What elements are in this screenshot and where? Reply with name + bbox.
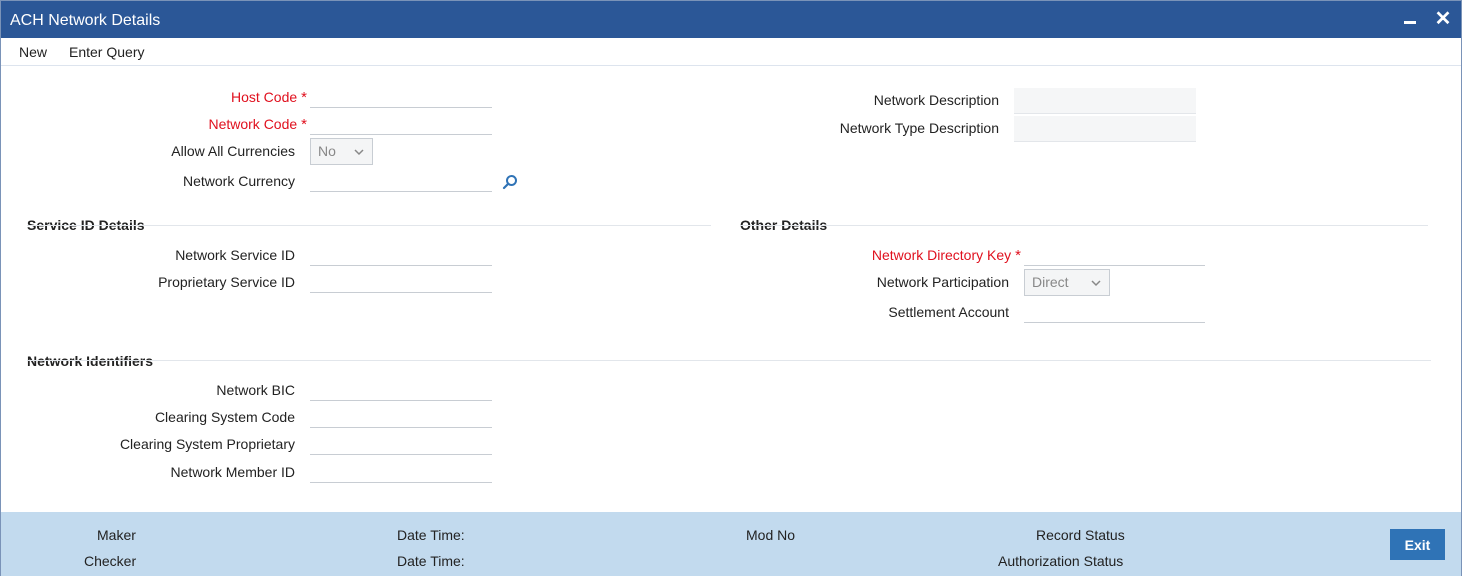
network-member-id-label: Network Member ID (170, 464, 295, 480)
network-participation-select[interactable]: Direct (1024, 269, 1110, 296)
window-title: ACH Network Details (10, 12, 161, 29)
host-code-input[interactable] (310, 82, 492, 108)
title-bar: ACH Network Details ✕ (1, 1, 1461, 38)
new-menu-item[interactable]: New (19, 44, 47, 60)
maker-label: Maker (97, 527, 136, 543)
network-bic-label: Network BIC (216, 382, 295, 398)
chevron-down-icon (1091, 280, 1101, 287)
authorization-status-label: Authorization Status (998, 553, 1124, 569)
clearing-system-proprietary-label: Clearing System Proprietary (119, 436, 295, 452)
host-code-label: Host Code * (231, 89, 307, 106)
chevron-down-icon (354, 149, 364, 156)
network-type-description-input[interactable] (1014, 116, 1196, 142)
network-code-input[interactable] (310, 109, 492, 135)
network-currency-label: Network Currency (182, 173, 295, 189)
network-code-label: Network Code * (208, 116, 307, 133)
ach-network-details-window: ACH Network Details ✕ New Enter Query Ho… (0, 0, 1462, 576)
network-description-label: Network Description (873, 92, 999, 108)
audit-footer: Maker Checker Date Time: Date Time: Mod … (1, 512, 1461, 576)
network-type-description-label: Network Type Description (839, 120, 999, 136)
proprietary-service-id-label: Proprietary Service ID (158, 274, 295, 290)
settlement-account-input[interactable] (1024, 297, 1205, 323)
network-identifiers-heading: Network Identifiers (27, 353, 154, 369)
proprietary-service-id-input[interactable] (310, 267, 492, 293)
checker-date-time-label: Date Time: (397, 553, 465, 569)
network-bic-input[interactable] (310, 375, 492, 401)
network-member-id-input[interactable] (310, 457, 492, 483)
network-participation-label: Network Participation (876, 274, 1009, 290)
network-directory-key-label: Network Directory Key * (871, 247, 1021, 264)
close-icon[interactable]: ✕ (1431, 7, 1455, 31)
maker-date-time-label: Date Time: (397, 527, 465, 543)
enter-query-menu-item[interactable]: Enter Query (69, 44, 144, 60)
allow-all-currencies-label: Allow All Currencies (171, 143, 295, 159)
form-content: Host Code * Network Code * Allow All Curre… (1, 67, 1461, 512)
section-divider (27, 225, 711, 226)
network-directory-key-input[interactable] (1024, 240, 1205, 266)
network-service-id-label: Network Service ID (175, 247, 295, 263)
exit-button[interactable]: Exit (1390, 529, 1445, 560)
clearing-system-code-input[interactable] (310, 402, 492, 428)
clearing-system-code-label: Clearing System Code (154, 409, 295, 425)
network-service-id-input[interactable] (310, 240, 492, 266)
settlement-account-label: Settlement Account (888, 304, 1009, 320)
mod-no-label: Mod No (746, 527, 796, 543)
section-divider (27, 360, 1431, 361)
network-description-input[interactable] (1014, 88, 1196, 114)
allow-all-currencies-select[interactable]: No (310, 138, 373, 165)
clearing-system-proprietary-input[interactable] (310, 429, 492, 455)
menu-bar: New Enter Query (1, 38, 1461, 66)
checker-label: Checker (84, 553, 137, 569)
minimize-icon[interactable] (1399, 7, 1423, 31)
network-currency-input[interactable] (310, 166, 492, 192)
search-icon[interactable] (502, 174, 518, 190)
section-divider (740, 225, 1428, 226)
record-status-label: Record Status (1036, 527, 1125, 543)
